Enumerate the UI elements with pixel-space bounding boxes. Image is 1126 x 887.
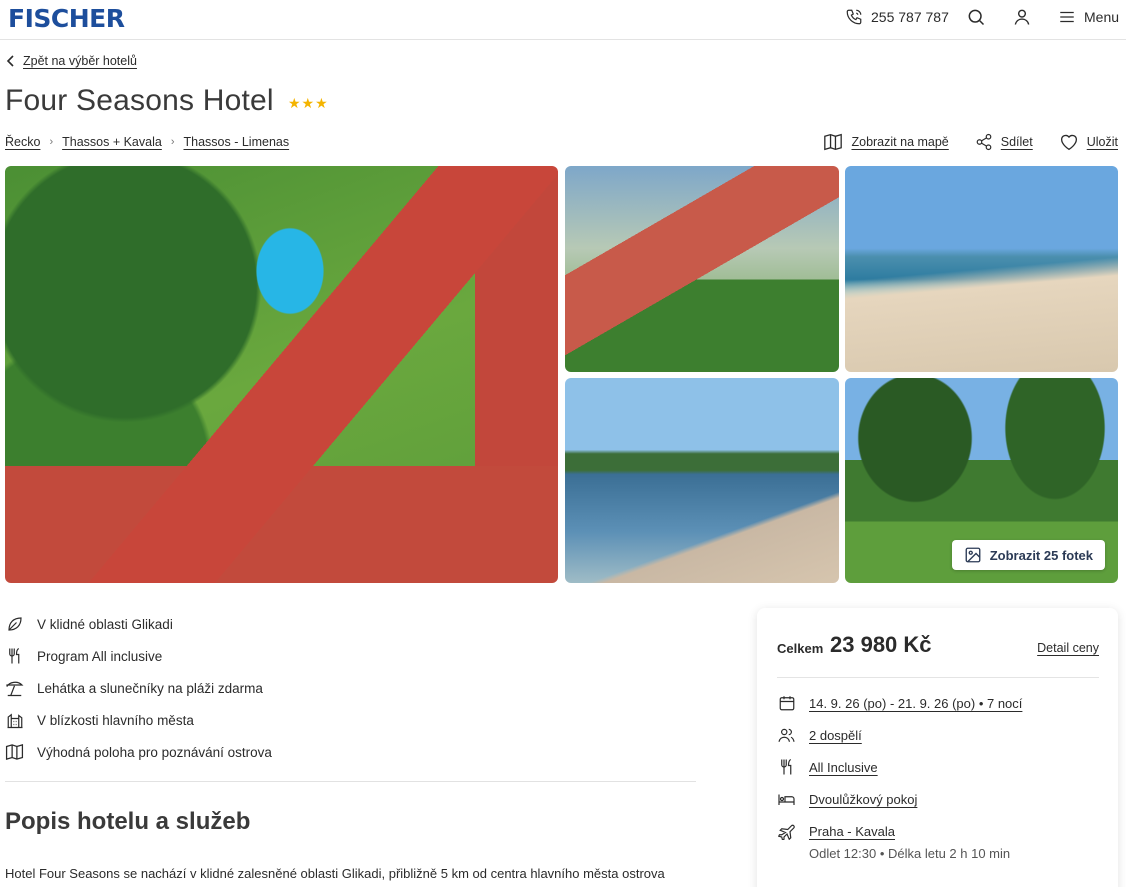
hotel-description: Hotel Four Seasons se nachází v klidné z… [5,866,665,881]
feature-item: Program All inclusive [5,640,272,672]
back-link[interactable]: Zpět na výběr hotelů [6,54,137,68]
feature-label: V blízkosti hlavního města [37,712,194,728]
phone-icon [845,8,863,26]
user-icon [1012,7,1032,27]
map-icon [823,133,843,151]
flight-row[interactable]: Praha - Kavala [777,822,895,840]
show-map-button[interactable]: Zobrazit na mapě [823,133,949,151]
flight-value: Praha - Kavala [809,823,895,839]
back-link-label: Zpět na výběr hotelů [23,54,137,68]
phone-link[interactable]: 255 787 787 [845,6,949,28]
divider [777,677,1099,678]
feature-label: Výhodná poloha pro poznávání ostrova [37,744,272,760]
feature-label: Lehátka a slunečníky na pláži zdarma [37,680,263,696]
flight-info: Odlet 12:30 • Délka letu 2 h 10 min [809,846,1011,861]
phone-number: 255 787 787 [871,9,949,25]
section-title: Popis hotelu a služeb [5,808,251,835]
share-label: Sdílet [1000,135,1033,149]
search-button[interactable] [966,6,986,28]
show-map-label: Zobrazit na mapě [851,135,949,149]
chevron-right-icon: › [170,136,175,148]
breadcrumb-country[interactable]: Řecko [5,135,40,149]
feature-label: Program All inclusive [37,648,163,664]
leaf-icon [5,615,24,633]
search-icon [966,7,986,27]
share-icon [975,133,993,151]
chevron-right-icon: › [49,136,54,148]
calendar-icon [777,694,796,712]
image-icon [964,546,982,564]
gallery-photo[interactable] [565,166,839,372]
share-button[interactable]: Sdílet [975,133,1033,151]
show-photos-button[interactable]: Zobrazit 25 fotek [951,540,1105,570]
divider [5,781,696,782]
cutlery-icon [777,758,796,776]
account-button[interactable] [1012,6,1032,28]
feature-item: Lehátka a slunečníky na pláži zdarma [5,672,272,704]
board-row[interactable]: All Inclusive [777,758,878,776]
save-label: Uložit [1086,135,1118,149]
dates-value: 14. 9. 26 (po) - 21. 9. 26 (po) • 7 nocí [809,695,1023,711]
feature-item: V klidné oblasti Glikadi [5,608,272,640]
umbrella-icon [5,679,24,697]
city-icon [5,711,24,729]
menu-button[interactable]: Menu [1058,6,1119,28]
plane-icon [777,822,796,840]
dates-row[interactable]: 14. 9. 26 (po) - 21. 9. 26 (po) • 7 nocí [777,694,1022,712]
heart-icon [1059,133,1079,151]
feature-item: Výhodná poloha pro poznávání ostrova [5,736,272,768]
top-bar: FISCHER 255 787 787 Menu [0,0,1126,40]
board-value: All Inclusive [809,759,878,775]
persons-row[interactable]: 2 dospělí [777,726,862,744]
star-rating: ★★★ [288,95,329,111]
bed-icon [777,790,796,808]
logo[interactable]: FISCHER [8,4,125,33]
feature-label: V klidné oblasti Glikadi [37,616,173,632]
cutlery-icon [5,647,24,665]
room-value: Dvoulůžkový pokoj [809,791,918,807]
breadcrumb-destination[interactable]: Thassos - Limenas [184,135,290,149]
gallery-photo[interactable] [845,166,1118,372]
feature-item: V blízkosti hlavního města [5,704,272,736]
hamburger-icon [1058,8,1076,26]
gallery-main-photo[interactable] [5,166,558,583]
save-button[interactable]: Uložit [1059,133,1118,151]
users-icon [777,726,796,744]
total-price: 23 980 Kč [830,632,932,657]
menu-label: Menu [1084,9,1120,25]
persons-value: 2 dospělí [809,727,862,743]
hotel-actions: Zobrazit na mapě Sdílet Uložit [823,133,1118,151]
show-photos-label: Zobrazit 25 fotek [989,547,1093,563]
map-icon [5,743,24,761]
room-row[interactable]: Dvoulůžkový pokoj [777,790,917,808]
chevron-left-icon [6,55,15,67]
price-card: Celkem 23 980 Kč Detail ceny 14. 9. 26 (… [757,608,1118,887]
gallery-photo[interactable] [565,378,839,583]
price-detail-link[interactable]: Detail ceny [1037,641,1099,655]
gallery-photo[interactable]: Zobrazit 25 fotek [845,378,1118,583]
total-label: Celkem [777,641,824,656]
breadcrumb: Řecko › Thassos + Kavala › Thassos - Lim… [5,135,289,149]
hotel-title: Four Seasons Hotel [5,84,274,117]
breadcrumb-region[interactable]: Thassos + Kavala [62,135,162,149]
feature-list: V klidné oblasti Glikadi Program All inc… [5,608,272,768]
